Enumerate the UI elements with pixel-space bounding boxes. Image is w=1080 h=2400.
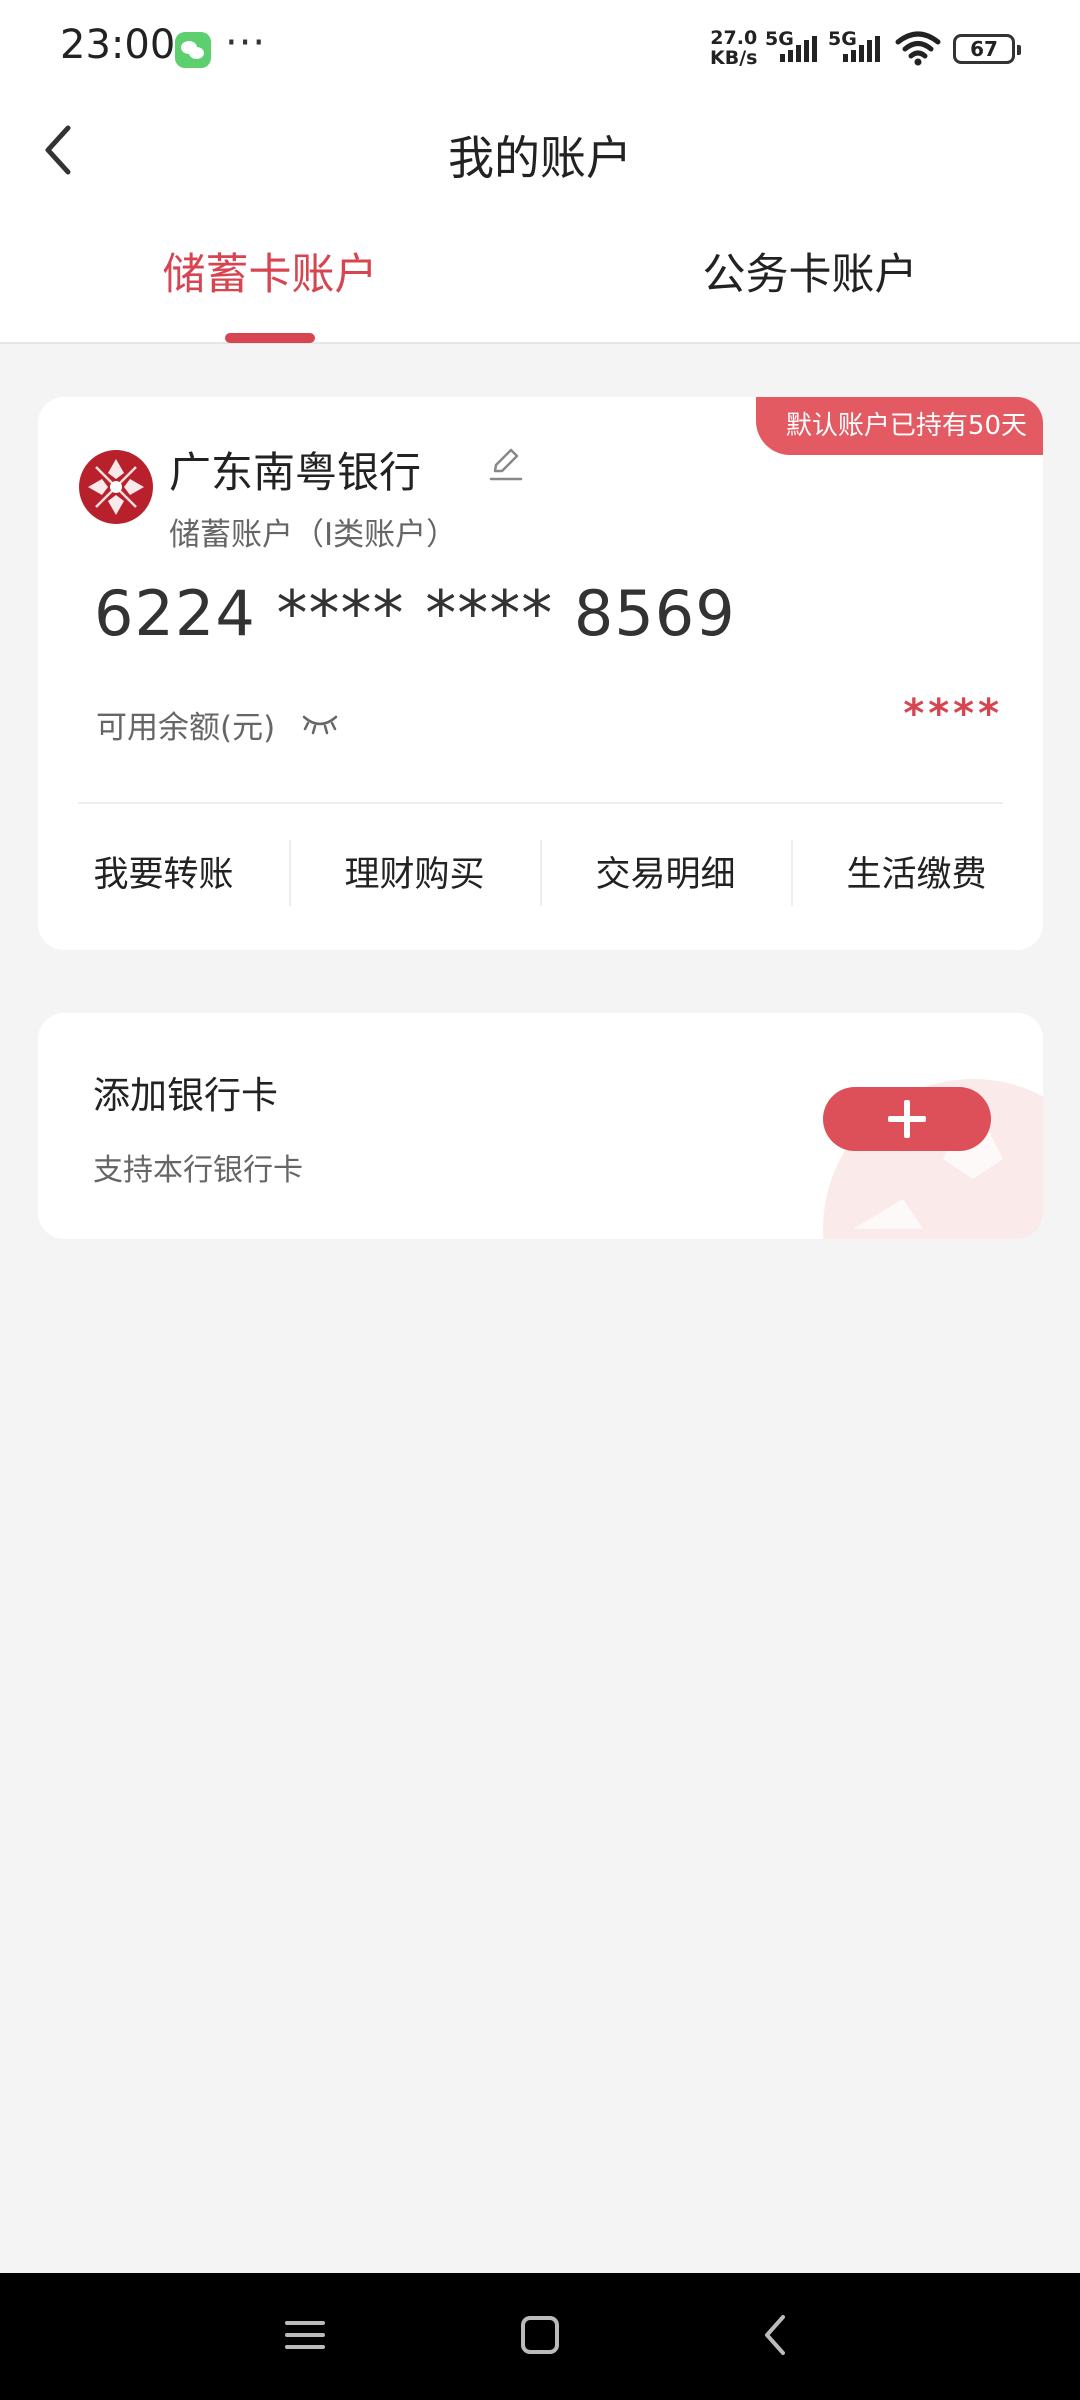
tab-label: 储蓄卡账户 <box>162 250 378 300</box>
network-speed: 27.0 KB/s <box>710 28 757 68</box>
status-time: 23:00 <box>60 22 176 68</box>
status-bar: 23:00 ··· 27.0 KB/s 5G 5G 67 <box>0 0 1080 100</box>
more-notifications-icon: ··· <box>225 20 267 66</box>
menu-icon[interactable] <box>275 2305 335 2365</box>
eye-closed-icon[interactable] <box>300 709 340 737</box>
page-header: 我的账户 <box>0 100 1080 200</box>
default-account-badge: 默认账户已持有50天 <box>755 397 1043 455</box>
app-screen: 23:00 ··· 27.0 KB/s 5G 5G 67 我的账户 储蓄卡账户 … <box>0 0 1080 2400</box>
account-type: 储蓄账户（I类账户） <box>169 517 458 553</box>
bank-logo <box>79 450 153 524</box>
add-card-subtitle: 支持本行银行卡 <box>93 1153 303 1188</box>
add-bank-card-panel[interactable]: 添加银行卡 支持本行银行卡 <box>38 1013 1043 1239</box>
system-navigation-bar <box>0 2273 1080 2400</box>
wealth-purchase-button[interactable]: 理财购买 <box>289 840 540 910</box>
balance-value: **** <box>903 691 1003 737</box>
divider <box>78 802 1003 804</box>
tab-label: 公务卡账户 <box>702 250 918 300</box>
bank-name: 广东南粤银行 <box>169 448 422 497</box>
card-number: 6224 **** **** 8569 <box>94 577 736 650</box>
account-card[interactable]: 默认账户已持有50天 广东南粤银行 储蓄账户（I类账户） 6224 **** *… <box>38 397 1043 950</box>
wechat-notification-icon <box>175 32 211 68</box>
edit-icon[interactable] <box>483 441 527 485</box>
add-card-title: 添加银行卡 <box>93 1074 278 1117</box>
tab-corporate-card[interactable]: 公务卡账户 <box>540 200 1080 342</box>
back-icon[interactable] <box>745 2305 805 2365</box>
page-title: 我的账户 <box>448 131 632 185</box>
balance-label: 可用余额(元) <box>96 710 276 746</box>
transaction-details-button[interactable]: 交易明细 <box>540 840 791 910</box>
quick-actions: 我要转账 理财购买 交易明细 生活缴费 <box>38 840 1043 910</box>
network-speed-unit: KB/s <box>710 47 758 69</box>
signal-bars-icon <box>780 36 817 62</box>
tab-savings-card[interactable]: 储蓄卡账户 <box>0 200 540 342</box>
active-tab-indicator <box>225 333 315 343</box>
wifi-icon <box>895 31 941 66</box>
add-card-button[interactable] <box>823 1087 991 1151</box>
transfer-button[interactable]: 我要转账 <box>38 840 289 910</box>
signal-bars-icon <box>843 36 880 62</box>
home-icon[interactable] <box>510 2305 570 2365</box>
network-speed-value: 27.0 <box>710 27 758 49</box>
account-tabs: 储蓄卡账户 公务卡账户 <box>0 200 1080 344</box>
bill-payment-button[interactable]: 生活缴费 <box>791 840 1042 910</box>
battery-indicator: 67 <box>953 34 1021 64</box>
